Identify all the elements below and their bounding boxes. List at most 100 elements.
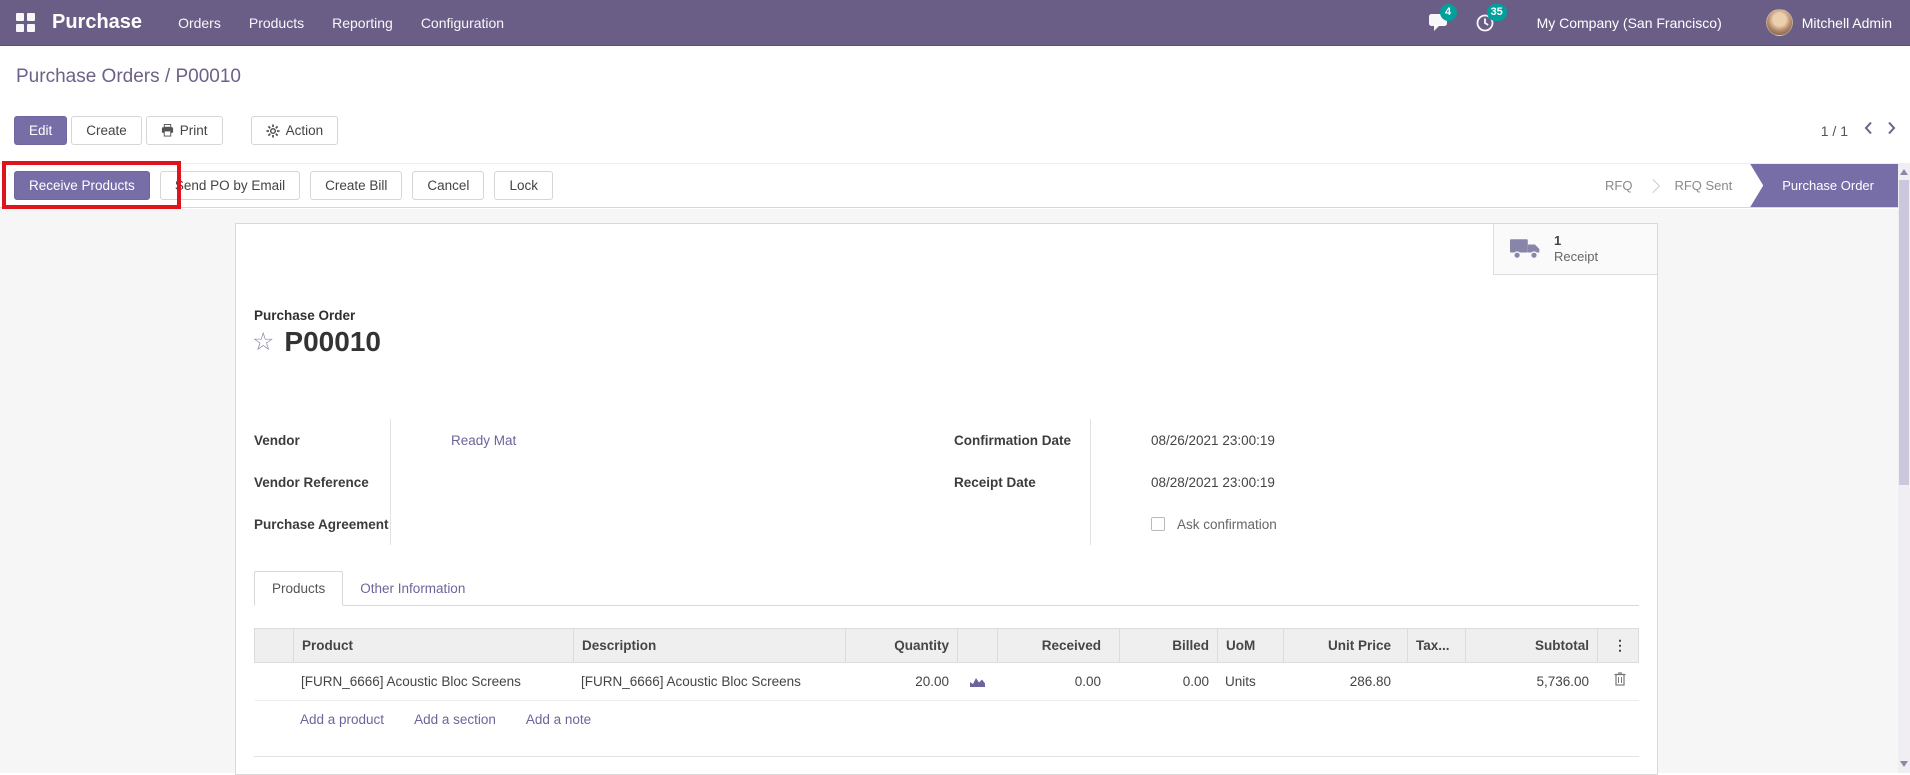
add-a-section-link[interactable]: Add a section [414, 712, 496, 727]
statusbar: Receive Products Send PO by Email Create… [0, 163, 1910, 208]
nav-menus: Orders Products Reporting Configuration [164, 2, 518, 44]
receipt-label: Receipt [1554, 249, 1598, 265]
order-lines-table: Product Description Quantity Received Bi… [254, 628, 1639, 738]
table-footer-links: Add a product Add a section Add a note [254, 701, 1639, 738]
cell-quantity: 20.00 [845, 663, 957, 700]
receipt-smart-button[interactable]: 1 Receipt [1493, 224, 1657, 275]
uom-column-header[interactable]: UoM [1217, 629, 1283, 662]
description-column-header[interactable]: Description [573, 629, 845, 662]
product-column-header[interactable]: Product [293, 629, 573, 662]
billed-column-header[interactable]: Billed [1119, 629, 1217, 662]
order-line-row[interactable]: [FURN_6666] Acoustic Bloc Screens [FURN_… [254, 663, 1639, 701]
favorite-star-icon[interactable]: ☆ [252, 330, 274, 355]
pager-next-icon[interactable] [1887, 121, 1896, 135]
vendor-label: Vendor [254, 433, 300, 448]
nav-menu-products[interactable]: Products [235, 2, 318, 44]
section-divider [254, 756, 1639, 757]
tab-other-information[interactable]: Other Information [343, 572, 482, 605]
handle-column-header [255, 629, 293, 662]
nav-menu-reporting[interactable]: Reporting [318, 2, 407, 44]
scroll-up-arrow-icon[interactable] [1898, 165, 1910, 179]
company-switcher[interactable]: My Company (San Francisco) [1537, 15, 1722, 31]
cell-uom: Units [1217, 663, 1283, 700]
activities-button[interactable]: 35 [1475, 13, 1495, 33]
add-a-note-link[interactable]: Add a note [526, 712, 591, 727]
apps-grid-icon[interactable] [16, 13, 35, 32]
send-po-by-email-button[interactable]: Send PO by Email [160, 171, 300, 200]
vendor-reference-label: Vendor Reference [254, 475, 369, 490]
vertical-scrollbar[interactable] [1898, 163, 1910, 773]
navbar-right: 4 35 My Company (San Francisco) Mitchell… [1428, 9, 1910, 36]
pager-arrows [1864, 121, 1896, 135]
delete-line-trash-icon[interactable] [1614, 672, 1626, 686]
stage-rfq[interactable]: RFQ [1587, 164, 1650, 207]
forecast-chart-icon[interactable] [969, 675, 986, 688]
statusbar-buttons: Receive Products Send PO by Email Create… [14, 171, 553, 200]
messages-button[interactable]: 4 [1428, 13, 1449, 32]
pager-previous-icon[interactable] [1864, 121, 1873, 135]
user-menu[interactable]: Mitchell Admin [1802, 15, 1892, 31]
receive-products-button[interactable]: Receive Products [14, 171, 150, 200]
messages-badge: 4 [1440, 4, 1457, 21]
stage-pipeline: RFQ RFQ Sent Purchase Order [1587, 164, 1898, 207]
form-sheet: 1 Receipt Purchase Order ☆ P00010 Vendor… [235, 223, 1658, 775]
cell-billed: 0.00 [1119, 663, 1217, 700]
scroll-down-arrow-icon[interactable] [1898, 757, 1910, 771]
tab-products[interactable]: Products [254, 571, 343, 606]
purchase-agreement-label: Purchase Agreement [254, 517, 389, 532]
app-title[interactable]: Purchase [52, 11, 142, 34]
cell-description: [FURN_6666] Acoustic Bloc Screens [573, 663, 845, 700]
user-avatar[interactable] [1766, 9, 1793, 36]
form-view-background: 1 Receipt Purchase Order ☆ P00010 Vendor… [0, 209, 1910, 773]
quantity-column-header[interactable]: Quantity [845, 629, 957, 662]
table-header-row: Product Description Quantity Received Bi… [254, 628, 1639, 663]
pager-value[interactable]: 1 / 1 [1821, 123, 1848, 139]
subtotal-column-header[interactable]: Subtotal [1465, 629, 1597, 662]
field-group-right: Confirmation Date Receipt Date 08/26/202… [954, 419, 1609, 545]
top-navbar: Purchase Orders Products Reporting Confi… [0, 0, 1910, 46]
received-column-header[interactable]: Received [997, 629, 1119, 662]
nav-menu-orders[interactable]: Orders [164, 2, 235, 44]
nav-menu-configuration[interactable]: Configuration [407, 2, 518, 44]
create-bill-button[interactable]: Create Bill [310, 171, 402, 200]
create-button[interactable]: Create [71, 116, 142, 145]
ask-confirmation-checkbox[interactable] [1151, 517, 1165, 531]
document-title-row: ☆ P00010 [252, 326, 381, 358]
cell-unit-price: 286.80 [1283, 663, 1407, 700]
document-name: P00010 [284, 326, 381, 358]
confirmation-date-label: Confirmation Date [954, 433, 1071, 448]
edit-button[interactable]: Edit [14, 116, 67, 145]
receipt-date-label: Receipt Date [954, 475, 1036, 490]
field-group-left: Vendor Vendor Reference Purchase Agreeme… [254, 419, 909, 545]
receipt-date-value: 08/28/2021 23:00:19 [1151, 475, 1275, 490]
receipt-count: 1 [1554, 233, 1598, 249]
ask-confirmation-label: Ask confirmation [1177, 517, 1277, 532]
truck-icon [1510, 237, 1542, 261]
print-button[interactable]: Print [146, 116, 223, 145]
notebook-tabs: Products Other Information [254, 571, 1639, 606]
unit-price-column-header[interactable]: Unit Price [1283, 629, 1407, 662]
printer-icon [161, 124, 174, 137]
smart-button-text: 1 Receipt [1554, 233, 1598, 266]
confirmation-date-value: 08/26/2021 23:00:19 [1151, 433, 1275, 448]
cell-product: [FURN_6666] Acoustic Bloc Screens [293, 663, 573, 700]
lock-button[interactable]: Lock [494, 171, 553, 200]
optional-columns-icon[interactable]: ⋮ [1613, 637, 1627, 653]
add-a-product-link[interactable]: Add a product [300, 712, 384, 727]
scrollbar-thumb[interactable] [1899, 180, 1909, 485]
cell-subtotal: 5,736.00 [1465, 663, 1597, 700]
cell-received: 0.00 [997, 663, 1119, 700]
control-panel-buttons: Edit Create Print Action [14, 116, 338, 145]
vendor-value[interactable]: Ready Mat [451, 433, 516, 448]
forecast-column-header [957, 629, 997, 662]
document-type-label: Purchase Order [254, 308, 355, 323]
breadcrumb[interactable]: Purchase Orders / P00010 [16, 66, 241, 88]
action-button[interactable]: Action [251, 116, 339, 145]
taxes-column-header[interactable]: Tax... [1407, 629, 1465, 662]
cell-taxes [1407, 663, 1465, 700]
cancel-button[interactable]: Cancel [412, 171, 484, 200]
gear-icon [266, 124, 280, 138]
stage-purchase-order-active[interactable]: Purchase Order [1750, 164, 1898, 207]
stage-rfq-sent[interactable]: RFQ Sent [1656, 164, 1750, 207]
activities-badge: 35 [1487, 4, 1507, 21]
